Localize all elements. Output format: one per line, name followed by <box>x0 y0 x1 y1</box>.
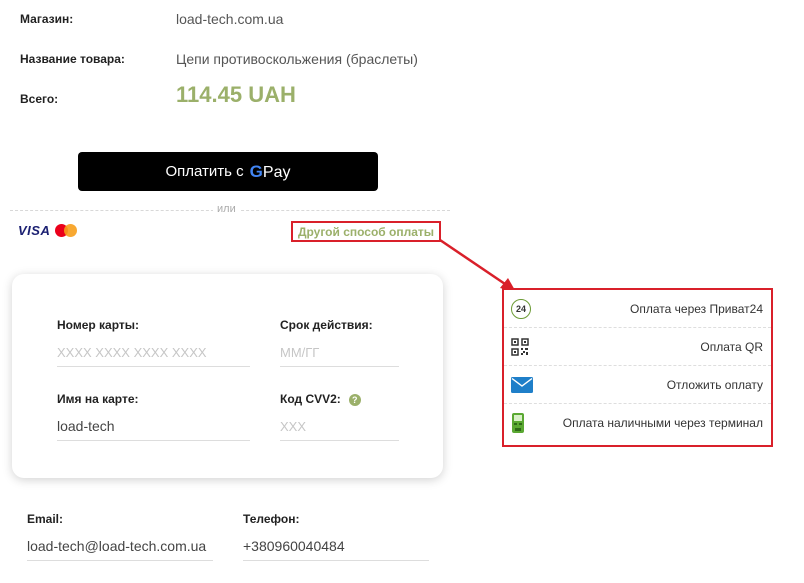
payment-method-postpone[interactable]: Отложить оплату <box>504 366 771 404</box>
card-name-input[interactable] <box>57 416 250 441</box>
red-arrow-icon <box>439 238 516 292</box>
product-value: Цепи противоскольжения (браслеты) <box>176 51 418 67</box>
cvv-input[interactable] <box>280 416 399 441</box>
google-g-icon: GPay <box>249 161 291 181</box>
google-pay-button[interactable]: Оплатить с GPay <box>78 152 378 191</box>
or-text: или <box>213 203 240 215</box>
payment-method-label: Отложить оплату <box>666 377 763 392</box>
cvv-label: Код CVV2: <box>280 392 341 406</box>
envelope-icon <box>511 376 533 393</box>
payment-method-qr[interactable]: Оплата QR <box>504 328 771 366</box>
expiry-input[interactable] <box>280 342 399 367</box>
total-amount: 114.45 UAH <box>176 82 296 107</box>
cvv-field: Код CVV2:? <box>280 392 399 441</box>
google-pay-text: Pay <box>262 163 291 181</box>
qr-code-icon <box>511 337 529 356</box>
phone-field: Телефон: <box>243 512 429 561</box>
privat24-icon: 24 <box>511 298 531 319</box>
payment-method-label: Оплата наличными через терминал <box>562 416 763 430</box>
product-label: Название товара: <box>20 52 125 66</box>
visa-logo-icon: VISA <box>18 223 51 238</box>
email-field: Email: <box>27 512 213 561</box>
terminal-icon <box>512 413 524 433</box>
expiry-field: Срок действия: <box>280 318 399 367</box>
mastercard-logo-icon <box>55 224 77 237</box>
card-number-input[interactable] <box>57 342 250 367</box>
email-label: Email: <box>27 512 64 526</box>
total-label: Всего: <box>20 92 59 106</box>
shop-value: load-tech.com.ua <box>176 11 284 27</box>
card-name-label: Имя на карте: <box>57 392 139 406</box>
card-form: Номер карты: Срок действия: Имя на карте… <box>12 274 443 478</box>
payment-method-label: Оплата QR <box>700 339 763 354</box>
other-payment-method-link[interactable]: Другой способ оплаты <box>291 221 441 242</box>
card-number-label: Номер карты: <box>57 318 140 332</box>
email-input[interactable] <box>27 536 213 561</box>
google-pay-label: Оплатить с <box>165 163 244 180</box>
payment-method-terminal[interactable]: Оплата наличными через терминал <box>504 404 771 442</box>
help-icon[interactable]: ? <box>348 393 361 406</box>
phone-input[interactable] <box>243 536 429 561</box>
payment-method-privat24[interactable]: 24 Оплата через Приват24 <box>504 290 771 328</box>
card-name-field: Имя на карте: <box>57 392 250 441</box>
payment-method-label: Оплата через Приват24 <box>630 301 763 316</box>
shop-label: Магазин: <box>20 12 74 26</box>
expiry-label: Срок действия: <box>280 318 373 332</box>
card-number-field: Номер карты: <box>57 318 250 367</box>
payment-methods-menu: 24 Оплата через Приват24 Оплата QR Отлож… <box>502 288 773 447</box>
phone-label: Телефон: <box>243 512 300 526</box>
